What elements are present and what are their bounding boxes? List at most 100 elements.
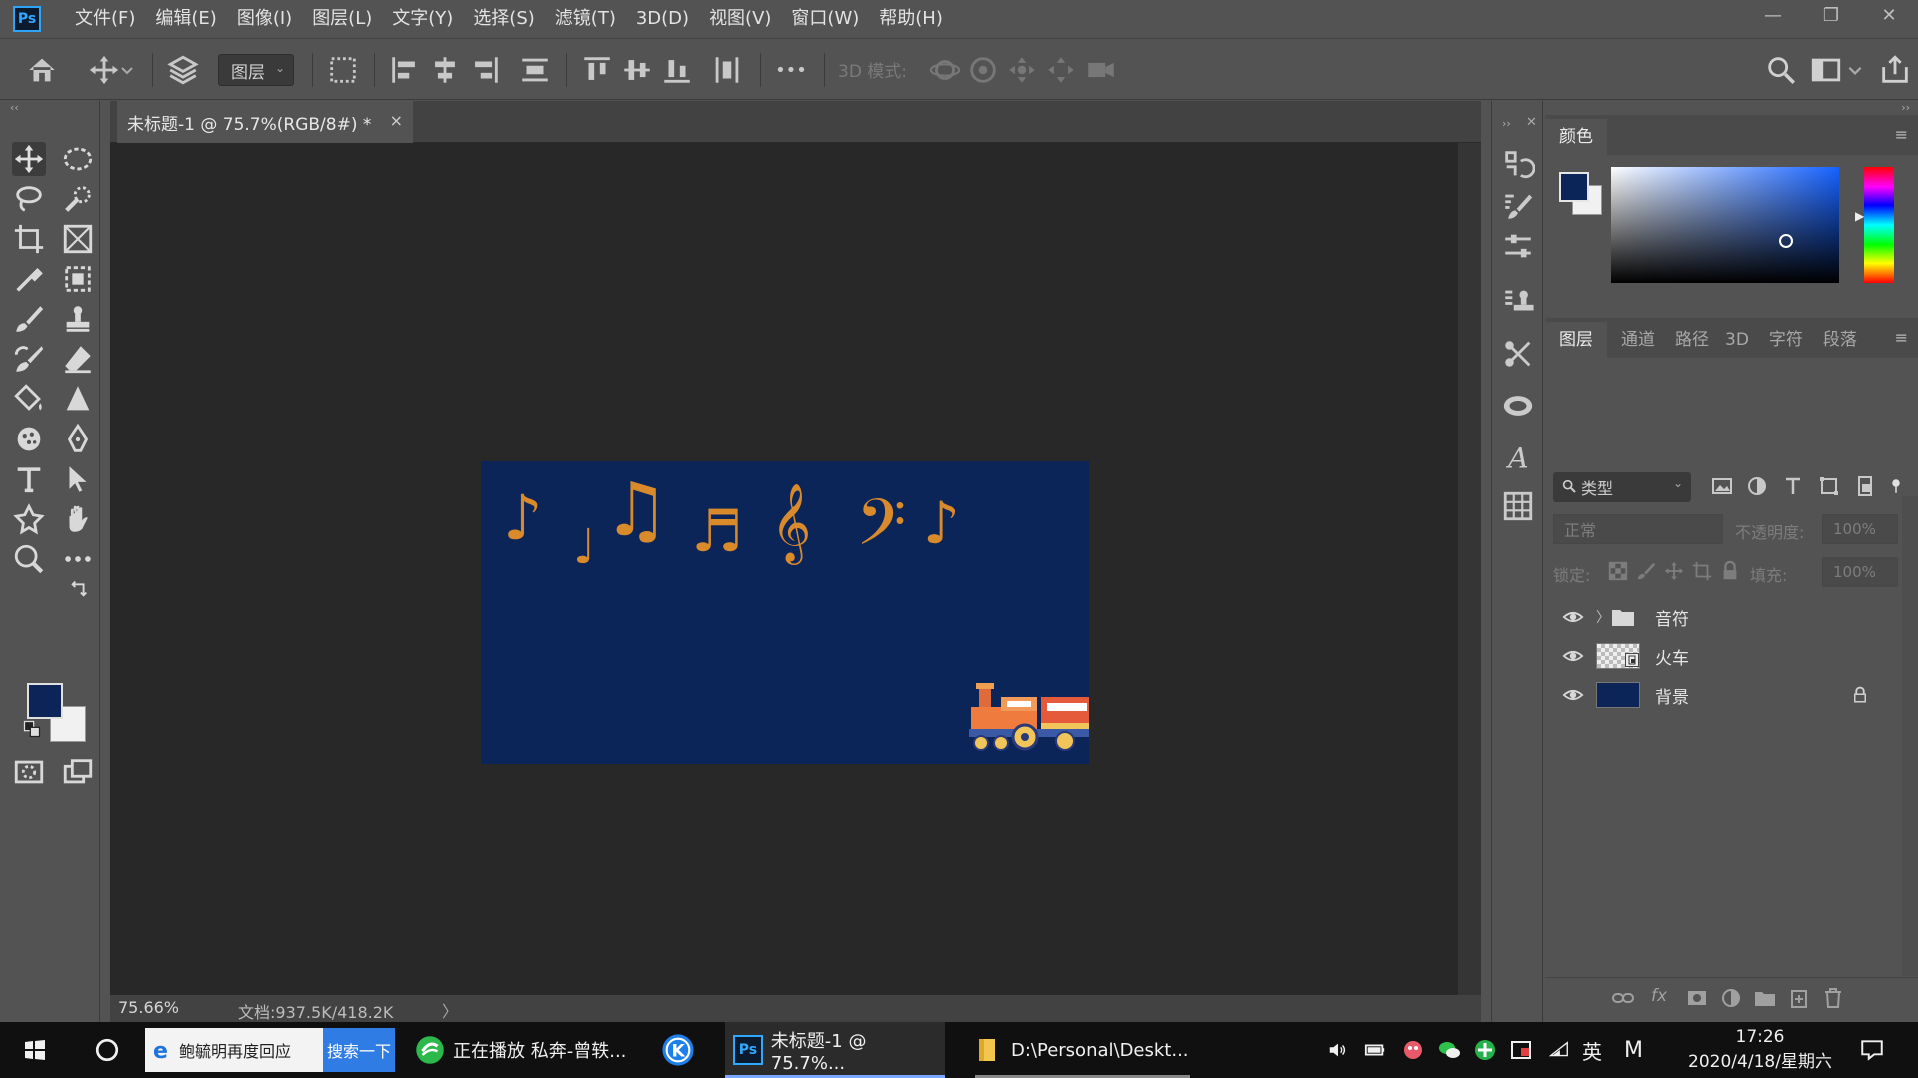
3d-orbit-icon[interactable]: [928, 53, 962, 87]
input-mode-indicator[interactable]: M: [1624, 1022, 1643, 1078]
new-group-icon[interactable]: [1753, 986, 1777, 1010]
collapse-icon[interactable]: ››: [1901, 101, 1910, 114]
opacity-input[interactable]: 100%: [1822, 514, 1898, 544]
tab-close-button[interactable]: ×: [390, 111, 403, 130]
menu-layer[interactable]: 图层(L): [302, 0, 382, 38]
menu-select[interactable]: 选择(S): [463, 0, 544, 38]
close-button[interactable]: ✕: [1860, 0, 1918, 30]
share-icon[interactable]: [1878, 53, 1912, 87]
panel-menu-icon[interactable]: ≡: [1895, 125, 1908, 144]
visibility-eye-icon[interactable]: [1561, 684, 1585, 706]
document-tab[interactable]: 未标题-1 @ 75.7%(RGB/8#) * ×: [117, 101, 413, 143]
swap-colors-icon[interactable]: [68, 577, 90, 599]
layer-name[interactable]: 背景: [1655, 683, 1689, 708]
align-middle-icon[interactable]: [620, 53, 654, 87]
quick-mask-icon[interactable]: [12, 755, 46, 789]
menu-help[interactable]: 帮助(H): [869, 0, 953, 38]
custom-shape-icon[interactable]: [12, 502, 46, 536]
sharpen-icon[interactable]: [61, 382, 95, 416]
pen-icon[interactable]: [61, 422, 95, 456]
lock-all-icon[interactable]: [1719, 560, 1741, 582]
frame-icon[interactable]: [61, 222, 95, 256]
home-icon[interactable]: [25, 53, 59, 87]
lock-image-icon[interactable]: [1635, 560, 1657, 582]
photoshop-task[interactable]: Ps 未标题-1 @ 75.7%...: [725, 1022, 945, 1078]
panel-menu-icon[interactable]: ≡: [1895, 328, 1908, 347]
music-player-task[interactable]: 正在播放 私奔-曾轶...: [415, 1022, 626, 1078]
align-center-icon[interactable]: [428, 53, 462, 87]
chevron-down-icon[interactable]: [1846, 53, 1864, 87]
link-layers-icon[interactable]: [1611, 986, 1635, 1010]
screen-mode-icon[interactable]: [61, 755, 95, 789]
tray-shield-icon[interactable]: [1508, 1022, 1534, 1078]
tab-layers[interactable]: 图层: [1545, 322, 1607, 358]
fill-input[interactable]: 100%: [1822, 557, 1898, 587]
windows-start-icon[interactable]: [22, 1022, 48, 1078]
layer-row-train[interactable]: 火车: [1545, 636, 1902, 676]
menu-edit[interactable]: 编辑(E): [145, 0, 226, 38]
add-mask-icon[interactable]: [1685, 986, 1709, 1010]
foreground-color-swatch[interactable]: [27, 683, 63, 719]
history-brush-icon[interactable]: [12, 342, 46, 376]
tab-channels[interactable]: 通道: [1607, 322, 1669, 358]
blend-mode-dropdown[interactable]: 正常: [1553, 514, 1723, 544]
color-field[interactable]: [1611, 167, 1839, 283]
tool-presets-icon[interactable]: [1501, 337, 1535, 371]
new-layer-icon[interactable]: [1787, 986, 1811, 1010]
distribute-icon[interactable]: [518, 53, 552, 87]
history-icon[interactable]: [1501, 147, 1535, 181]
layer-style-fx-button[interactable]: fx: [1651, 986, 1675, 1010]
vertical-scrollbar[interactable]: [1458, 143, 1481, 995]
visibility-eye-icon[interactable]: [1561, 606, 1585, 628]
workspace-icon[interactable]: [1809, 53, 1843, 87]
move-tool-icon[interactable]: [12, 142, 46, 176]
elliptical-marquee-icon[interactable]: [61, 142, 95, 176]
search-icon[interactable]: [1764, 53, 1798, 87]
more-tools-icon[interactable]: [61, 542, 95, 576]
zoom-icon[interactable]: [12, 542, 46, 576]
layers-scrollbar[interactable]: [1902, 496, 1918, 976]
layer-name[interactable]: 音符: [1655, 605, 1689, 630]
paint-bucket-icon[interactable]: [12, 382, 46, 416]
3d-camera-icon[interactable]: [1084, 53, 1118, 87]
group-expand-chevron[interactable]: 〉: [1596, 607, 1610, 627]
layer-row-notes-group[interactable]: 〉 音符: [1545, 597, 1902, 637]
properties-icon[interactable]: [1501, 229, 1535, 263]
menu-file[interactable]: 文件(F): [65, 0, 145, 38]
align-right-icon[interactable]: [468, 53, 502, 87]
move-tool-icon[interactable]: [87, 53, 121, 87]
eraser-icon[interactable]: [61, 342, 95, 376]
3d-pan-icon[interactable]: [1005, 53, 1039, 87]
shape-filter-icon[interactable]: [1817, 474, 1841, 498]
align-left-icon[interactable]: [388, 53, 422, 87]
battery-icon[interactable]: [1362, 1022, 1388, 1078]
expand-panels-icon[interactable]: ››: [1502, 117, 1511, 130]
security-app-icon[interactable]: [1472, 1022, 1498, 1078]
layer-row-background[interactable]: 背景: [1545, 675, 1902, 715]
browser-search-box[interactable]: e 鲍毓明再度回应: [145, 1028, 323, 1072]
pixel-filter-icon[interactable]: [1710, 474, 1734, 498]
tab-3d[interactable]: 3D: [1715, 322, 1759, 358]
menu-image[interactable]: 图像(I): [227, 0, 302, 38]
file-explorer-task[interactable]: D:\Personal\Deskt...: [975, 1022, 1189, 1078]
tab-paragraph[interactable]: 段落: [1813, 322, 1867, 358]
crop-icon[interactable]: [12, 222, 46, 256]
system-clock[interactable]: 17:26 2020/4/18/星期六: [1670, 1022, 1850, 1078]
color-panel-foreground[interactable]: [1559, 172, 1589, 202]
clone-source-icon[interactable]: [1501, 285, 1535, 319]
cortana-icon[interactable]: [94, 1022, 120, 1078]
menu-filter[interactable]: 滤镜(T): [545, 0, 626, 38]
default-colors-icon[interactable]: [22, 719, 42, 739]
minimize-button[interactable]: —: [1744, 0, 1802, 30]
filter-toggle-icon[interactable]: [1887, 474, 1905, 498]
layer-filter-dropdown[interactable]: 类型 ⌄: [1553, 472, 1691, 502]
input-method-indicator[interactable]: 英: [1582, 1022, 1602, 1078]
lock-transparent-icon[interactable]: [1607, 560, 1629, 582]
object-select-icon[interactable]: [61, 262, 95, 296]
search-button[interactable]: 搜索一下: [323, 1028, 395, 1072]
canvas-area[interactable]: ♪ ♩ ♫ ♬ 𝄞 𝄢 ♪: [110, 143, 1458, 995]
layer-name[interactable]: 火车: [1655, 644, 1689, 669]
type-filter-icon[interactable]: [1781, 474, 1805, 498]
path-selection-icon[interactable]: [61, 462, 95, 496]
wechat-icon[interactable]: [1436, 1022, 1462, 1078]
